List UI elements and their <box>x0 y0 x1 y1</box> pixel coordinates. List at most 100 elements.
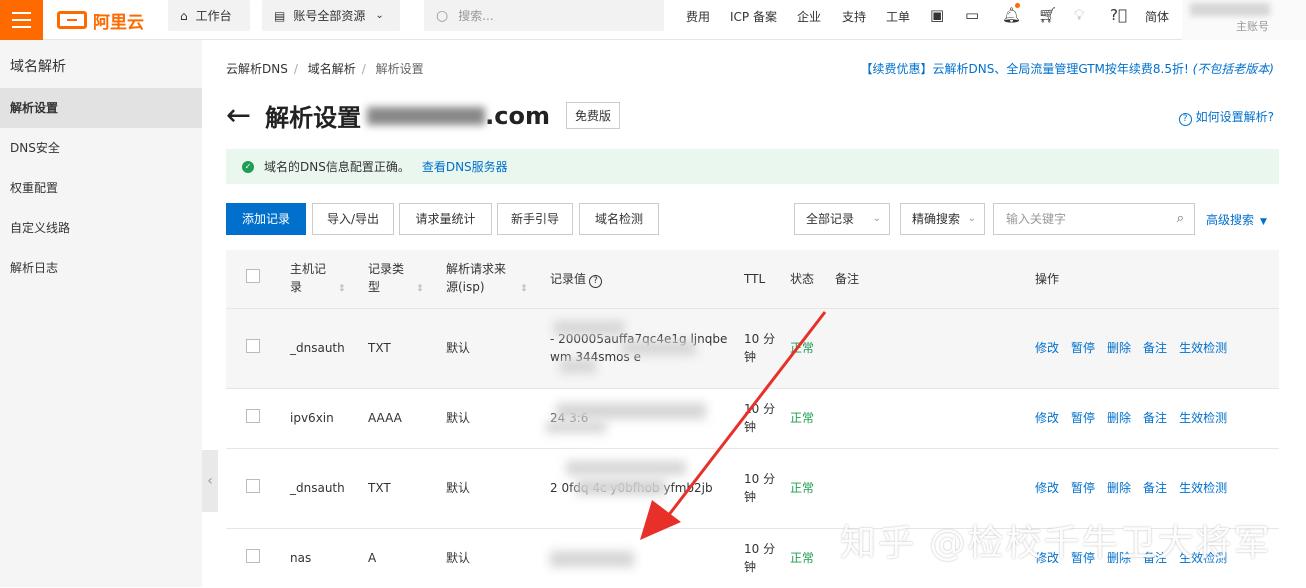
workbench-button[interactable]: ⌂ 工作台 <box>168 0 250 31</box>
pause-link[interactable]: 暂停 <box>1071 411 1095 425</box>
pause-link[interactable]: 暂停 <box>1071 341 1095 355</box>
row-checkbox[interactable] <box>246 338 260 353</box>
cell-line: 默认 <box>442 447 546 528</box>
check-circle-icon: ✓ <box>242 160 254 173</box>
cell-type: A <box>364 527 442 588</box>
delete-link[interactable]: 删除 <box>1107 481 1131 495</box>
edit-link[interactable]: 修改 <box>1035 481 1059 495</box>
renewal-promo[interactable]: 【续费优惠】云解析DNS、全局流量管理GTM按年续费8.5折! (不包括老版本) <box>861 60 1275 77</box>
cell-host: _dnsauth <box>286 447 364 528</box>
sort-icon[interactable]: ⇕ <box>520 284 528 294</box>
cart-icon[interactable]: 🛒︎ <box>1038 6 1057 24</box>
global-search-input[interactable]: ○ 搜索... <box>424 0 664 31</box>
verify-link[interactable]: 生效检测 <box>1179 481 1227 495</box>
record-filter-select[interactable]: 全部记录 ⌄ <box>794 203 890 235</box>
search-icon[interactable]: ⌕ <box>1177 204 1184 234</box>
remark-link[interactable]: 备注 <box>1143 341 1167 355</box>
record-filter-value: 全部记录 <box>806 212 855 226</box>
keyword-search-input[interactable]: 输入关键字 ⌕ <box>993 203 1195 235</box>
breadcrumb: 云解析DNS / 域名解析 / 解析设置 <box>226 62 424 76</box>
col-ops: 操作 <box>1035 271 1060 286</box>
breadcrumb-dns[interactable]: 云解析DNS <box>226 62 288 76</box>
search-mode-value: 精确搜索 <box>912 212 961 226</box>
aliyun-logo[interactable]: 阿里云 <box>57 7 144 33</box>
sidebar-item-dns-security[interactable]: DNS安全 <box>0 128 202 168</box>
col-line: 解析请求来源(isp) <box>446 261 507 294</box>
question-icon: ? <box>1178 113 1192 126</box>
verify-link[interactable]: 生效检测 <box>1179 411 1227 425</box>
cell-status: 正常 <box>786 387 831 448</box>
advanced-search-label: 高级搜索 <box>1206 213 1255 227</box>
how-to-label: 如何设置解析? <box>1195 110 1274 124</box>
terminal-icon[interactable]: ▭ <box>965 6 979 24</box>
cell-remark <box>831 307 1031 388</box>
resource-selector[interactable]: ▤ 账号全部资源 ⌄ <box>262 0 400 31</box>
cell-status: 正常 <box>786 527 831 588</box>
chevron-down-icon: ⌄ <box>872 213 881 224</box>
import-export-button[interactable]: 导入/导出 <box>312 203 394 235</box>
cell-host: ipv6xin <box>286 387 364 448</box>
sidebar-item-log[interactable]: 解析日志 <box>0 248 202 288</box>
sidebar-item-weight[interactable]: 权重配置 <box>0 168 202 208</box>
cell-line: 默认 <box>442 387 546 448</box>
row-checkbox[interactable] <box>246 408 260 423</box>
sidebar-item-custom-line[interactable]: 自定义线路 <box>0 208 202 248</box>
sort-icon[interactable]: ⇕ <box>338 284 346 294</box>
cell-ttl: 10 分钟 <box>740 447 786 528</box>
top-link-ticket[interactable]: 工单 <box>886 8 910 25</box>
aliyun-logo-mark <box>57 11 87 29</box>
top-link-enterprise[interactable]: 企业 <box>797 8 821 25</box>
remark-link[interactable]: 备注 <box>1143 411 1167 425</box>
pause-link[interactable]: 暂停 <box>1071 481 1095 495</box>
app-icon[interactable]: ▣ <box>930 6 944 24</box>
advanced-search-link[interactable]: 高级搜索 ▼ <box>1206 211 1267 228</box>
cell-host: _dnsauth <box>286 307 364 388</box>
top-link-support[interactable]: 支持 <box>842 8 866 25</box>
col-remark: 备注 <box>835 271 860 286</box>
search-mode-select[interactable]: 精确搜索 ⌄ <box>900 203 985 235</box>
row-checkbox[interactable] <box>246 548 260 563</box>
main-content: 云解析DNS / 域名解析 / 解析设置 【续费优惠】云解析DNS、全局流量管理GT… <box>218 40 1306 588</box>
user-menu[interactable]: 主账号 <box>1182 0 1306 40</box>
verify-link[interactable]: 生效检测 <box>1179 341 1227 355</box>
cell-ttl: 10 分钟 <box>740 387 786 448</box>
back-arrow-icon[interactable]: ← <box>226 100 251 131</box>
top-link-icp[interactable]: ICP 备案 <box>730 8 777 25</box>
search-icon: ○ <box>436 7 449 24</box>
select-all-checkbox[interactable] <box>246 269 260 284</box>
add-record-button[interactable]: 添加记录 <box>226 203 306 235</box>
home-icon: ⌂ <box>180 8 188 23</box>
sidebar-collapse-handle[interactable]: ‹ <box>202 450 218 512</box>
row-checkbox[interactable] <box>246 478 260 493</box>
help-icon[interactable]: ?⃝ <box>1110 6 1127 24</box>
language-switch[interactable]: 简体 <box>1145 8 1169 25</box>
top-link-fee[interactable]: 费用 <box>686 8 710 25</box>
request-stats-button[interactable]: 请求量统计 <box>399 203 492 235</box>
guide-button[interactable]: 新手引导 <box>497 203 573 235</box>
chevron-down-icon: ⌄ <box>967 213 976 224</box>
notification-dot <box>1015 3 1020 8</box>
resource-icon: ▤ <box>274 8 286 23</box>
watermark: 知乎 @检校千牛卫大将军 <box>840 523 1272 564</box>
view-dns-server-link[interactable]: 查看DNS服务器 <box>422 158 508 175</box>
table-row: _dnsauth TXT 默认 - 200005auffa7qc4e1g ljn… <box>226 307 1279 388</box>
domain-tld: .com <box>485 101 550 130</box>
edit-link[interactable]: 修改 <box>1035 411 1059 425</box>
breadcrumb-domain[interactable]: 域名解析 <box>308 62 356 76</box>
lightbulb-icon[interactable]: 💡︎ <box>1074 6 1085 24</box>
menu-icon[interactable] <box>0 0 43 40</box>
search-placeholder: 搜索... <box>458 9 494 23</box>
sort-icon[interactable]: ⇕ <box>416 284 424 294</box>
domain-check-button[interactable]: 域名检测 <box>579 203 659 235</box>
edit-link[interactable]: 修改 <box>1035 341 1059 355</box>
col-value: 记录值 <box>550 271 587 286</box>
delete-link[interactable]: 删除 <box>1107 411 1131 425</box>
bell-icon[interactable]: 🔔︎ <box>1002 6 1021 24</box>
cell-ttl: 10 分钟 <box>740 527 786 588</box>
delete-link[interactable]: 删除 <box>1107 341 1131 355</box>
cell-type: TXT <box>364 307 442 388</box>
how-to-link[interactable]: ? 如何设置解析? <box>1178 108 1274 126</box>
sidebar-item-settings[interactable]: 解析设置 <box>0 88 202 128</box>
remark-link[interactable]: 备注 <box>1143 481 1167 495</box>
row-actions: 修改 暂停 删除 备注 生效检测 <box>1031 387 1279 448</box>
